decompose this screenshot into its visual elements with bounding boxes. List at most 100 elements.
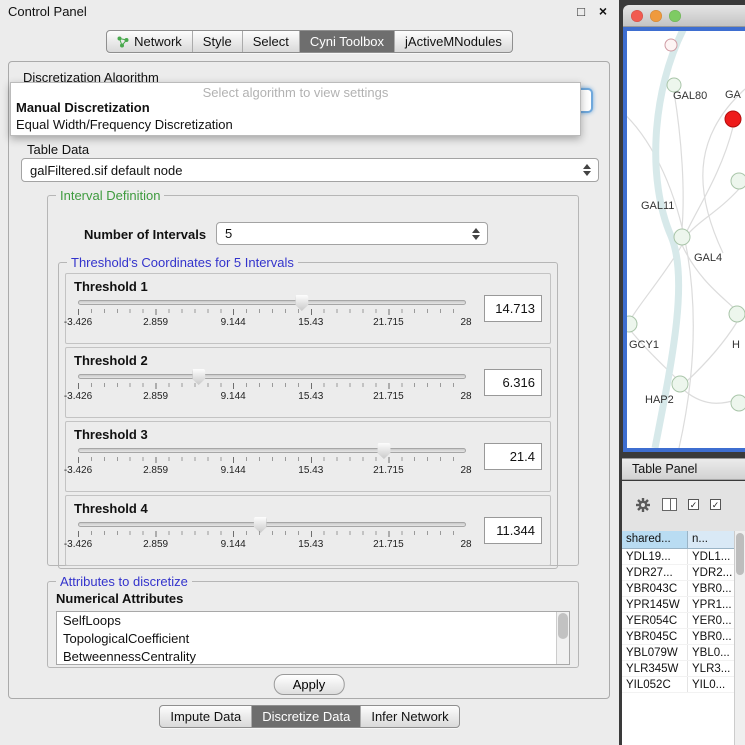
tab-label: jActiveMNodules xyxy=(405,34,502,49)
num-intervals-combobox[interactable]: 5 xyxy=(216,222,488,245)
threshold-slider[interactable]: -3.4262.8599.14415.4321.71528 xyxy=(78,374,466,402)
table-row[interactable]: YER054CYER0... xyxy=(622,613,734,629)
minimize-traffic-light-icon[interactable] xyxy=(650,10,662,22)
gear-icon[interactable] xyxy=(635,497,651,513)
tick-label: 21.715 xyxy=(373,391,404,402)
network-canvas[interactable]: GAL80 GA GAL11 GAL4 GCY1 H HAP2 xyxy=(627,31,745,448)
threshold-slider[interactable]: -3.4262.8599.14415.4321.71528 xyxy=(78,522,466,550)
stepper-icon xyxy=(472,228,487,240)
table-toolbar xyxy=(622,481,745,519)
tick-label: 9.144 xyxy=(221,465,246,476)
table-data-combobox[interactable]: galFiltered.sif default node xyxy=(21,158,599,182)
table-row[interactable]: YLR345WYLR3... xyxy=(622,661,734,677)
table-cell: YLR345W xyxy=(622,661,688,676)
network-node[interactable] xyxy=(731,173,745,189)
scrollbar-thumb[interactable] xyxy=(558,613,568,639)
slider-scale: -3.4262.8599.14415.4321.71528 xyxy=(78,539,466,550)
close-panel-icon[interactable]: × xyxy=(599,3,607,19)
table-cell: YBR0... xyxy=(688,629,734,644)
select-column-checkbox-icon[interactable] xyxy=(710,499,721,510)
table-row[interactable]: YDR27...YDR2... xyxy=(622,565,734,581)
tick-label: 9.144 xyxy=(221,391,246,402)
tab-label: Cyni Toolbox xyxy=(310,34,384,49)
numerical-attributes-label: Numerical Attributes xyxy=(56,591,183,606)
dropdown-option-equal-width[interactable]: Equal Width/Frequency Discretization xyxy=(11,117,580,134)
slider-track[interactable] xyxy=(78,300,466,305)
threshold-value-field[interactable]: 11.344 xyxy=(484,517,542,544)
select-all-checkbox-icon[interactable] xyxy=(688,499,699,510)
network-node[interactable] xyxy=(674,229,690,245)
network-frame: GAL80 GA GAL11 GAL4 GCY1 H HAP2 xyxy=(623,27,745,452)
slider-ticks xyxy=(78,383,466,389)
table-row[interactable]: YIL052CYIL0... xyxy=(622,677,734,693)
threshold-value-field[interactable]: 21.4 xyxy=(484,443,542,470)
tab-label: Discretize Data xyxy=(262,709,350,724)
tick-label: -3.426 xyxy=(64,539,92,550)
table-row[interactable]: YBL079WYBL0... xyxy=(622,645,734,661)
tab-infer-network[interactable]: Infer Network xyxy=(360,706,458,727)
close-traffic-light-icon[interactable] xyxy=(631,10,643,22)
network-node[interactable] xyxy=(731,395,745,411)
network-node[interactable] xyxy=(665,39,677,51)
num-intervals-label: Number of Intervals xyxy=(84,227,206,242)
network-node[interactable] xyxy=(627,316,637,332)
column-header-shared-name[interactable]: shared... xyxy=(622,531,688,548)
attributes-scrollbar[interactable] xyxy=(556,612,569,664)
columns-icon[interactable] xyxy=(662,498,677,511)
tick-label: -3.426 xyxy=(64,317,92,328)
attributes-group: Attributes to discretize Numerical Attri… xyxy=(47,574,579,668)
list-item[interactable]: SelfLoops xyxy=(57,612,569,630)
threshold-slider[interactable]: -3.4262.8599.14415.4321.71528 xyxy=(78,300,466,328)
column-header-name[interactable]: n... xyxy=(688,531,734,548)
tick-label: 15.43 xyxy=(298,539,323,550)
attributes-list: SelfLoops TopologicalCoefficient Between… xyxy=(56,611,570,665)
network-window-titlebar[interactable] xyxy=(623,5,745,27)
node-label: GA xyxy=(725,89,742,101)
tick-label: 28 xyxy=(460,539,471,550)
table-row[interactable]: YBR045CYBR0... xyxy=(622,629,734,645)
tab-discretize-data[interactable]: Discretize Data xyxy=(251,706,360,727)
thresholds-group: Threshold's Coordinates for 5 Intervals … xyxy=(58,255,558,569)
threshold-value-field[interactable]: 6.316 xyxy=(484,369,542,396)
tab-impute-data[interactable]: Impute Data xyxy=(160,706,251,727)
attributes-legend: Attributes to discretize xyxy=(56,574,192,589)
threshold-value-field[interactable]: 14.713 xyxy=(484,295,542,322)
num-intervals-value: 5 xyxy=(225,226,232,241)
network-icon xyxy=(117,36,129,48)
tab-jactivemnodules[interactable]: jActiveMNodules xyxy=(394,31,512,52)
tick-label: 21.715 xyxy=(373,317,404,328)
table-header-row: shared... n... xyxy=(622,531,734,549)
network-node-selected[interactable] xyxy=(725,111,741,127)
float-window-icon[interactable]: □ xyxy=(577,4,585,19)
tab-cyni-toolbox[interactable]: Cyni Toolbox xyxy=(299,31,394,52)
threshold-slider[interactable]: -3.4262.8599.14415.4321.71528 xyxy=(78,448,466,476)
table-cell: YPR1... xyxy=(688,597,734,612)
network-node[interactable] xyxy=(672,376,688,392)
slider-track[interactable] xyxy=(78,522,466,527)
list-item[interactable]: BetweennessCentrality xyxy=(57,648,569,665)
table-row[interactable]: YBR043CYBR0... xyxy=(622,581,734,597)
table-cell: YER054C xyxy=(622,613,688,628)
threshold-label: Threshold 2 xyxy=(74,353,148,368)
table-cell: YBL0... xyxy=(688,645,734,660)
slider-track[interactable] xyxy=(78,374,466,379)
zoom-traffic-light-icon[interactable] xyxy=(669,10,681,22)
list-item[interactable]: TopologicalCoefficient xyxy=(57,630,569,648)
node-table: shared... n... YDL19...YDL1... YDR27...Y… xyxy=(622,531,734,745)
tab-select[interactable]: Select xyxy=(242,31,299,52)
scrollbar-thumb[interactable] xyxy=(736,533,744,575)
dropdown-option-manual[interactable]: Manual Discretization xyxy=(11,100,580,117)
apply-button[interactable]: Apply xyxy=(274,674,345,695)
tab-network[interactable]: Network xyxy=(107,31,192,52)
table-cell: YIL0... xyxy=(688,677,734,692)
tab-style[interactable]: Style xyxy=(192,31,242,52)
table-cell: YBR043C xyxy=(622,581,688,596)
table-row[interactable]: YDL19...YDL1... xyxy=(622,549,734,565)
network-node[interactable] xyxy=(729,306,745,322)
slider-track[interactable] xyxy=(78,448,466,453)
control-panel: Control Panel □ × Network Style Select C… xyxy=(0,0,619,745)
table-row[interactable]: YPR145WYPR1... xyxy=(622,597,734,613)
slider-ticks xyxy=(78,457,466,463)
table-scrollbar[interactable] xyxy=(734,531,745,745)
algorithm-dropdown-list: Select algorithm to view settings Manual… xyxy=(10,82,581,136)
